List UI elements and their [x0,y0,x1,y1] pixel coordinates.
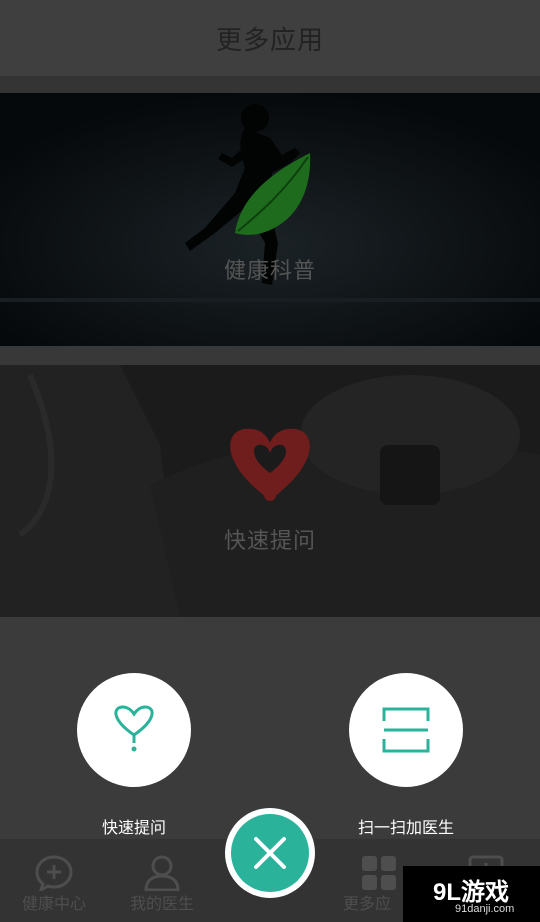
card-label-quick-question: 快速提问 [223,529,316,554]
card-label-health-science: 健康科普 [223,259,316,284]
doctor-photo [0,365,540,617]
tab-my-doctor[interactable]: 我的医生 [108,839,216,922]
close-button[interactable] [225,808,315,898]
scan-add-doctor-button[interactable] [349,673,463,787]
tab-label-health-center: 健康中心 [21,894,86,913]
runner-illustration [0,93,540,346]
grid-icon [362,856,396,890]
heart-question-icon [114,705,154,752]
quick-question-label: 快速提问 [101,818,166,837]
scan-add-doctor-label: 扫一扫加医生 [357,818,454,837]
quick-question-button[interactable] [77,673,191,787]
watermark-logo: 9L游戏 [433,879,510,906]
plus-chat-icon [35,855,73,891]
close-button-inner [231,814,309,892]
watermark-url: 91danji.com [455,903,515,915]
close-icon [254,837,286,869]
header-divider [0,76,540,93]
page-title: 更多应用 [215,25,324,56]
card-quick-question[interactable]: 快速提问 [0,365,540,617]
card-health-science[interactable]: 健康科普 [0,93,540,346]
watermark: 9L游戏 91danji.com [403,866,540,922]
card-divider [0,346,540,365]
tab-health-center[interactable]: 健康中心 [0,839,108,922]
header-bar: 更多应用 [0,0,540,76]
scan-icon [382,707,430,753]
doctor-icon [144,855,180,891]
tab-label-my-doctor: 我的医生 [129,894,194,913]
